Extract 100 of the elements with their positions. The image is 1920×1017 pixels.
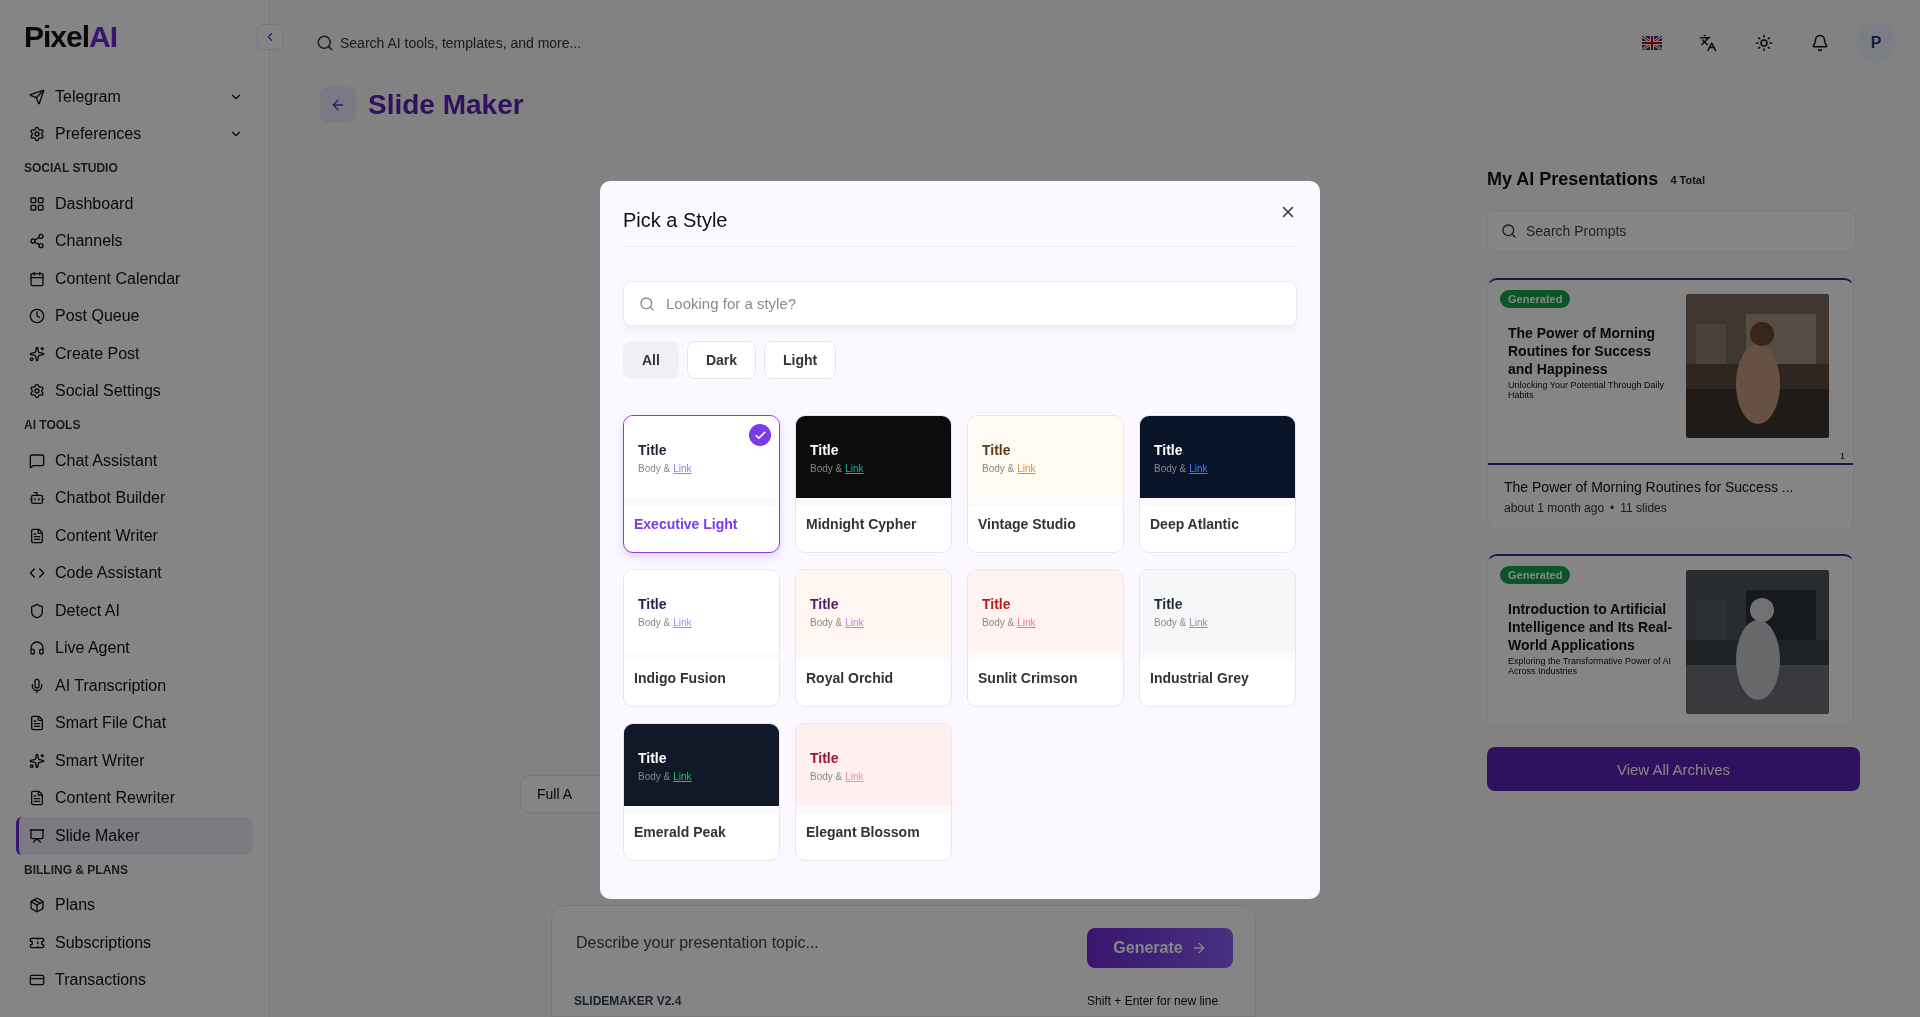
style-card[interactable]: Title Body & Link Emerald Peak — [623, 723, 780, 861]
nav-item[interactable]: Content Rewriter — [16, 779, 253, 817]
nav-item[interactable]: Live Agent — [16, 629, 253, 667]
translate-icon — [1699, 33, 1717, 52]
slide-count: 11 slides — [1620, 501, 1667, 515]
nav-item[interactable]: Content Writer — [16, 517, 253, 555]
nav-icon — [29, 790, 45, 807]
shortcut-hint: Shift + Enter for new line — [1087, 994, 1220, 1010]
preview-link[interactable]: Link — [673, 617, 692, 628]
preview-link[interactable]: Link — [673, 463, 692, 474]
nav-icon — [29, 677, 45, 694]
nav-item[interactable]: Detect AI — [16, 592, 253, 630]
nav-item[interactable]: Dashboard — [16, 185, 253, 223]
preview-title: Title — [982, 596, 1012, 612]
style-card[interactable]: Title Body & Link Industrial Grey — [1139, 569, 1296, 707]
generate-button[interactable]: Generate — [1087, 928, 1233, 968]
slide-number: 1 — [1840, 451, 1845, 461]
presentation-card[interactable]: Generated The Power of Morning Routines for Success and Happiness Unlocking Your Potential Through Daily Habits 1 The Power of Morning Routines for Success ... about 1 month ago • 11 slides — [1487, 278, 1854, 530]
nav-icon — [29, 345, 45, 362]
settings-icon — [29, 126, 45, 143]
nav-item[interactable]: Telegram — [16, 78, 253, 116]
preview-body: Body & — [810, 617, 843, 628]
style-name: Executive Light — [633, 515, 739, 534]
style-name: Elegant Blossom — [805, 823, 921, 842]
view-archives-button[interactable]: View All Archives — [1487, 747, 1860, 791]
preview-link[interactable]: Link — [673, 771, 692, 782]
preview-title: Title — [1154, 596, 1184, 612]
slide-subtitle: Exploring the Transformative Power of AI Across Industries — [1507, 656, 1673, 676]
nav-item[interactable]: Smart File Chat — [16, 704, 253, 742]
nav-item[interactable]: Slide Maker — [16, 817, 253, 855]
filter-tab[interactable]: Light — [764, 341, 837, 379]
style-card[interactable]: Title Body & Link Midnight Cypher — [795, 415, 952, 553]
preview-link[interactable]: Link — [845, 617, 864, 628]
preview-title: Title — [638, 442, 668, 458]
preview-body: Body & — [1154, 617, 1187, 628]
preview-link[interactable]: Link — [1189, 463, 1208, 474]
preview-title: Title — [810, 596, 840, 612]
sun-icon — [1755, 33, 1773, 52]
avatar[interactable]: P — [1856, 22, 1896, 63]
arrow-left-icon — [330, 97, 346, 113]
separator-dot: • — [1610, 501, 1615, 515]
age-label: about 1 month ago — [1504, 501, 1605, 515]
panel-title: My AI Presentations — [1487, 169, 1659, 190]
presentation-card[interactable]: Generated Introduction to Artificial Intelligence and Its Real-World Applications Exploring the Transformative Power of AI Across Industries — [1487, 554, 1854, 723]
nav-icon — [29, 827, 45, 844]
style-name: Midnight Cypher — [805, 515, 918, 534]
nav-icon — [29, 752, 45, 769]
back-button[interactable] — [320, 87, 356, 123]
nav-item[interactable]: Transactions — [16, 961, 253, 999]
style-card[interactable]: Title Body & Link Elegant Blossom — [795, 723, 952, 861]
status-badge: Generated — [1500, 290, 1571, 308]
preview-link[interactable]: Link — [1189, 617, 1208, 628]
slide-subtitle: Unlocking Your Potential Through Daily Habits — [1507, 380, 1665, 400]
filter-tab[interactable]: Dark — [686, 341, 757, 379]
nav-item[interactable]: Smart Writer — [16, 742, 253, 780]
nav-item[interactable]: Plans — [16, 886, 253, 924]
style-name: Indigo Fusion — [633, 669, 727, 688]
nav-item[interactable]: Subscriptions — [16, 924, 253, 962]
search-field[interactable]: Search Prompts — [1487, 210, 1856, 252]
nav-item[interactable]: Post Queue — [16, 297, 253, 335]
dialog-title: Pick a Style — [623, 209, 728, 232]
version-label: SLIDEMAKER V2.4 — [574, 994, 683, 1010]
send-icon — [29, 88, 45, 105]
filter-tab[interactable]: All — [623, 341, 679, 379]
style-card[interactable]: Title Body & Link Indigo Fusion — [623, 569, 780, 707]
nav-item[interactable]: Chat Assistant — [16, 442, 253, 480]
nav-icon — [29, 640, 45, 657]
preview-body: Body & — [982, 463, 1015, 474]
preview-link[interactable]: Link — [1017, 463, 1036, 474]
nav-item[interactable]: Social Settings — [16, 372, 253, 410]
slide-title: Introduction to Artificial Intelligence and Its Real-World Applications — [1507, 600, 1674, 654]
preview-title: Title — [982, 442, 1012, 458]
style-name: Vintage Studio — [977, 515, 1077, 534]
style-card[interactable]: Title Body & Link Royal Orchid — [795, 569, 952, 707]
style-card[interactable]: Title Body & Link Sunlit Crimson — [967, 569, 1124, 707]
nav-icon — [29, 527, 45, 544]
nav-icon — [29, 383, 45, 400]
search-field[interactable]: Search AI tools, templates, and more... — [302, 22, 802, 63]
nav-icon — [29, 715, 45, 732]
nav-item[interactable]: Content Calendar — [16, 260, 253, 298]
style-name: Deep Atlantic — [1149, 515, 1240, 534]
preview-body: Body & — [1154, 463, 1187, 474]
preview-body: Body & — [638, 617, 671, 628]
search-field[interactable]: Looking for a style? — [623, 281, 1297, 326]
nav-item[interactable]: AI Transcription — [16, 667, 253, 705]
preview-link[interactable]: Link — [845, 463, 864, 474]
nav-item[interactable]: Code Assistant — [16, 554, 253, 592]
nav-item[interactable]: Preferences — [16, 115, 253, 153]
style-name: Industrial Grey — [1149, 669, 1250, 688]
page-title: Slide Maker — [368, 89, 524, 121]
nav-item[interactable]: Channels — [16, 222, 253, 260]
nav-item[interactable]: Create Post — [16, 335, 253, 373]
preview-title: Title — [638, 750, 668, 766]
style-card[interactable]: Title Body & Link Deep Atlantic — [1139, 415, 1296, 553]
nav-icon — [29, 195, 45, 212]
nav-item[interactable]: Chatbot Builder — [16, 479, 253, 517]
preview-body: Body & — [638, 771, 671, 782]
nav-icon — [29, 233, 45, 250]
style-card[interactable]: Title Body & Link Executive Light — [623, 415, 780, 553]
style-card[interactable]: Title Body & Link Vintage Studio — [967, 415, 1124, 553]
